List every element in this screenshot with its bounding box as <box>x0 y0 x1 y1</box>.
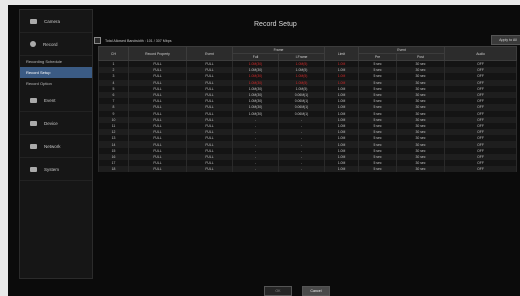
event-icon <box>30 97 37 103</box>
sidebar-item-label: System <box>44 166 60 172</box>
cell-post[interactable]: 30 sec <box>396 60 446 68</box>
camera-icon <box>30 18 37 24</box>
sidebar-subitem-record-option[interactable]: Record Option <box>20 78 92 89</box>
cell-record-property[interactable]: FULL <box>128 166 187 173</box>
record-setup-table: CH Record Property Event Frame Limit Eve… <box>98 46 518 173</box>
cell-pre[interactable]: 5 sec <box>358 60 398 68</box>
header-record-property: Record Property <box>128 46 187 61</box>
sidebar-item-record[interactable]: Record <box>20 33 92 56</box>
record-icon <box>30 41 36 47</box>
sidebar-item-label: Record <box>43 41 58 47</box>
cell-ch[interactable]: 18 <box>98 166 129 173</box>
cell-pre[interactable]: 5 sec <box>358 166 398 173</box>
sidebar-item-label: Network <box>44 143 61 149</box>
header-full: Full <box>232 53 279 61</box>
header-pre: Pre <box>358 53 398 61</box>
cell-event[interactable]: FULL <box>186 166 233 173</box>
cell-audio[interactable]: OFF <box>444 60 518 68</box>
apply-to-all-button[interactable]: Apply to All <box>491 35 520 45</box>
table-row[interactable]: 18 FULL FULL - -1.0M 5 sec 30 sec OFF <box>98 166 518 173</box>
footer-buttons: OK Cancel <box>264 286 330 296</box>
device-icon <box>30 120 37 126</box>
sidebar-item-system[interactable]: System <box>20 158 92 181</box>
network-icon <box>30 143 37 149</box>
header-post: Post <box>396 53 446 61</box>
sidebar: Camera Record Recording Schedule Record … <box>19 9 93 279</box>
sidebar-item-label: Camera <box>44 18 61 24</box>
cell-record-property[interactable]: FULL <box>128 60 187 68</box>
header-audio: Audio <box>444 46 518 61</box>
dvr-screen: Camera Record Recording Schedule Record … <box>8 5 520 296</box>
cell-post[interactable]: 30 sec <box>396 166 446 173</box>
sidebar-item-label: Event <box>44 97 56 103</box>
cell-full: 1.0M(30) <box>232 60 279 68</box>
cell-ch[interactable]: 1 <box>98 60 129 68</box>
header-i-frame: I-Frame <box>277 53 326 61</box>
cell-i-frame: 1.0M(5) <box>277 60 326 68</box>
sidebar-item-device[interactable]: Device <box>20 112 92 135</box>
ok-button[interactable]: OK <box>264 286 292 296</box>
sidebar-subitem-record-setup[interactable]: Record Setup <box>20 67 92 78</box>
header-limit: Limit <box>324 46 360 61</box>
sidebar-subitem-recording-schedule[interactable]: Recording Schedule <box>20 56 92 67</box>
sidebar-item-network[interactable]: Network <box>20 135 92 158</box>
header-ch: CH <box>98 46 129 61</box>
bandwidth-row: Total Allowed Bandwidth : 101 / 307 Mbps <box>94 37 172 44</box>
sidebar-item-camera[interactable]: Camera <box>20 10 92 33</box>
table-row[interactable]: 1 FULL FULL 1.0M(30) 1.0M(5) 1.0M 5 sec 30 sec O… <box>98 60 518 68</box>
cancel-button[interactable]: Cancel <box>302 286 330 296</box>
bandwidth-label: Total Allowed Bandwidth : 101 / 307 Mbps <box>105 38 172 43</box>
all-day-checkbox[interactable] <box>94 37 101 44</box>
cell-limit: 1.0M <box>324 166 360 173</box>
cell-full: - <box>232 166 279 173</box>
cell-i-frame: - <box>277 166 326 173</box>
sidebar-item-label: Device <box>44 120 58 126</box>
sidebar-item-event[interactable]: Event <box>20 89 92 112</box>
main-panel: Record Setup Total Allowed Bandwidth : 1… <box>94 9 520 296</box>
cell-limit: 1.0M <box>324 60 360 68</box>
header-frame: Frame <box>231 46 326 54</box>
cell-event[interactable]: FULL <box>186 60 233 68</box>
header-event-group: Event <box>358 46 446 54</box>
header-event: Event <box>186 46 233 61</box>
system-icon <box>30 166 37 172</box>
page-title: Record Setup <box>254 21 297 28</box>
cell-audio[interactable]: OFF <box>444 166 518 173</box>
